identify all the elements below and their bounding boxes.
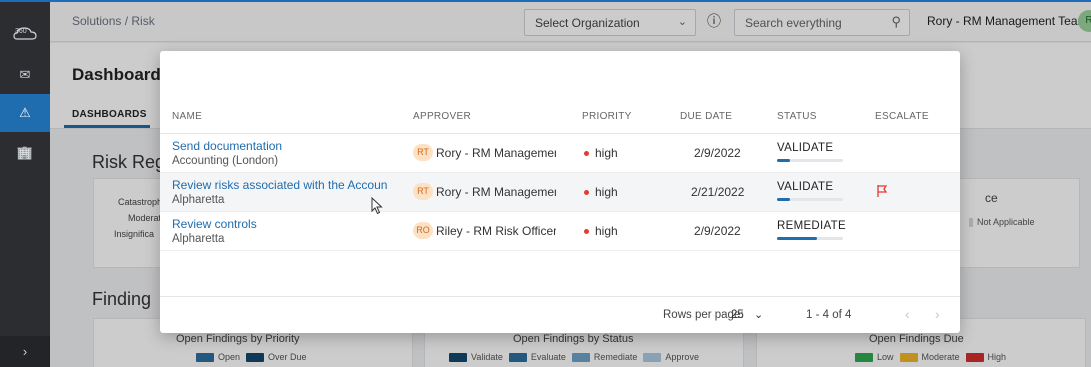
tasks-modal: NAME APPROVER PRIORITY DUE DATE STATUS E…	[160, 51, 960, 333]
flag-icon[interactable]	[876, 184, 888, 198]
approver-name: Riley - RM Risk Officer	[436, 224, 556, 238]
sidebar: 360 ✉ ⚠ 🏢 ›	[0, 0, 50, 367]
priority-dot-icon	[584, 229, 589, 234]
pagination-range: 1 - 4 of 4	[806, 309, 852, 321]
column-header-status[interactable]: STATUS	[777, 111, 817, 122]
table-row[interactable]: Review controls Alpharetta RO Riley - RM…	[160, 212, 960, 251]
status-progress-fill	[777, 237, 817, 240]
chevron-down-icon[interactable]: ⌄	[754, 308, 763, 321]
status-progress-fill	[777, 198, 791, 201]
task-link[interactable]: Review risks associated with the Accoun	[172, 178, 387, 192]
status-progress-fill	[777, 159, 791, 162]
logo-text: 360	[15, 28, 27, 35]
priority-dot-icon	[584, 151, 589, 156]
status-progress-bar	[777, 159, 843, 162]
table-row[interactable]: Send documentation Accounting (London) R…	[160, 134, 960, 173]
mouse-cursor-icon	[371, 197, 383, 215]
priority-value: high	[595, 185, 618, 199]
approver-avatar: RT	[413, 144, 433, 161]
sidebar-expand-button[interactable]: ›	[0, 336, 50, 367]
task-location: Accounting (London)	[172, 155, 279, 167]
approver-avatar: RT	[413, 183, 433, 200]
task-location: Alpharetta	[172, 194, 225, 206]
column-header-approver[interactable]: APPROVER	[413, 111, 471, 122]
column-header-name[interactable]: NAME	[172, 111, 202, 122]
column-header-escalate[interactable]: ESCALATE	[875, 111, 929, 122]
next-page-button[interactable]: ›	[935, 306, 940, 322]
status-progress-bar	[777, 237, 843, 240]
status-value: VALIDATE	[777, 142, 834, 154]
due-date: 2/9/2022	[694, 224, 741, 238]
task-link[interactable]: Send documentation	[172, 139, 282, 153]
priority-value: high	[595, 146, 618, 160]
status-value: REMEDIATE	[777, 220, 846, 232]
column-header-priority[interactable]: PRIORITY	[582, 111, 632, 122]
chevron-right-icon: ›	[22, 344, 28, 359]
mail-icon: ✉	[19, 67, 31, 82]
previous-page-button[interactable]: ‹	[905, 306, 910, 322]
due-date: 2/9/2022	[694, 146, 741, 160]
status-value: VALIDATE	[777, 181, 834, 193]
footer-divider	[160, 296, 960, 297]
priority-dot-icon	[584, 190, 589, 195]
column-header-due-date[interactable]: DUE DATE	[680, 111, 732, 122]
task-location: Alpharetta	[172, 233, 225, 245]
table-row[interactable]: Review risks associated with the Accoun …	[160, 173, 960, 212]
sidebar-item-messages[interactable]: ✉	[0, 56, 50, 94]
task-link[interactable]: Review controls	[172, 217, 257, 231]
approver-name: Rory - RM Management	[436, 185, 556, 199]
rows-per-page-select[interactable]: 25	[731, 309, 744, 321]
sidebar-item-risk[interactable]: ⚠	[0, 94, 50, 132]
approver-avatar: RO	[413, 222, 433, 239]
building-icon: 🏢	[16, 145, 34, 160]
approver-name: Rory - RM Management	[436, 146, 556, 160]
sidebar-item-organizations[interactable]: 🏢	[0, 134, 50, 172]
status-progress-bar	[777, 198, 843, 201]
warning-icon: ⚠	[19, 105, 31, 120]
due-date: 2/21/2022	[691, 185, 745, 199]
priority-value: high	[595, 224, 618, 238]
app-logo[interactable]: 360	[0, 16, 50, 52]
